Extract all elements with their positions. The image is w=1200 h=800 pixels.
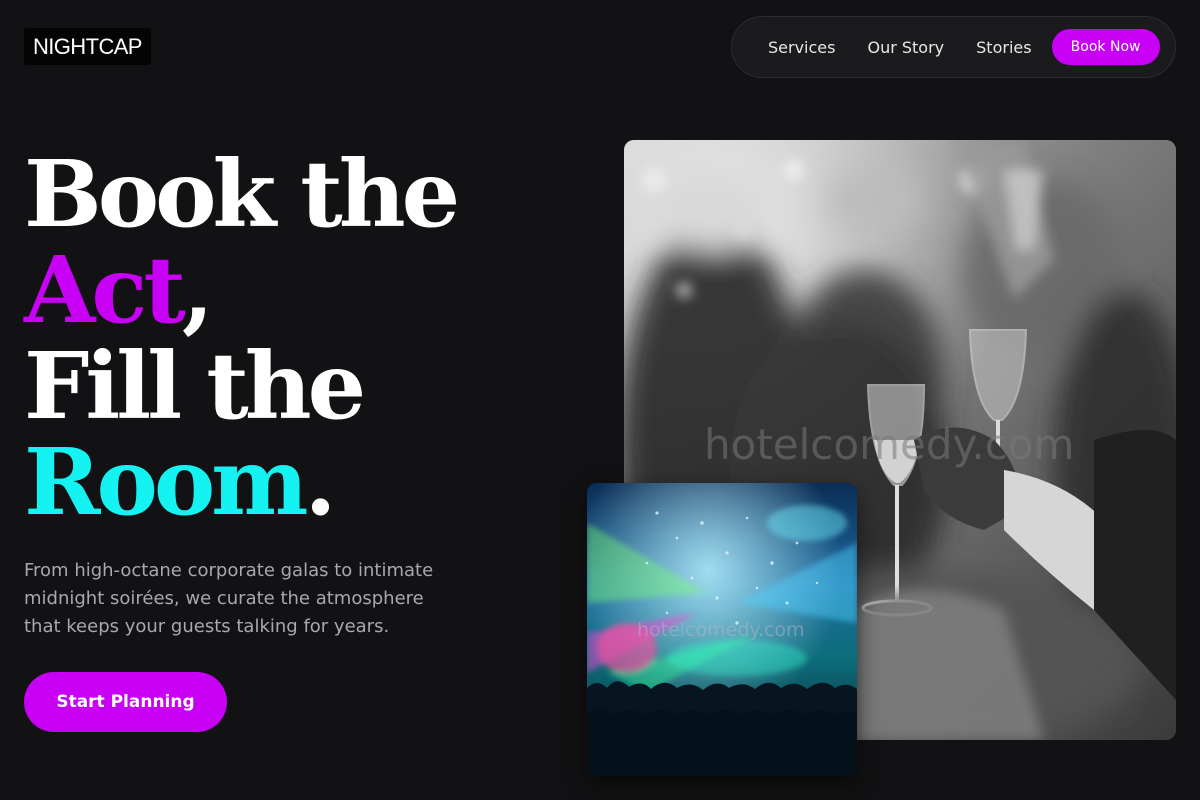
brand-logo[interactable]: NIGHTCAP [24, 28, 151, 65]
hero-subtext: From high-octane corporate galas to inti… [24, 560, 434, 637]
headline-line-2: Act, [24, 242, 456, 338]
main-nav: Services Our Story Stories Book Now [731, 16, 1176, 78]
nav-link-services[interactable]: Services [768, 38, 835, 57]
headline-period: . [304, 428, 337, 536]
concert-photo: hotelcomedy.com [587, 483, 857, 776]
start-planning-button[interactable]: Start Planning [24, 672, 227, 732]
headline-line-4: Room. [24, 434, 456, 530]
headline-comma: , [181, 236, 214, 344]
headline-line-1: Book the [24, 140, 460, 248]
book-now-button[interactable]: Book Now [1051, 29, 1160, 65]
headline-line-3: Fill the [24, 332, 366, 440]
headline-accent-act: Act [24, 236, 186, 344]
hero-headline: Book the Act, Fill the Room. [24, 140, 460, 530]
headline-accent-room: Room [24, 428, 309, 536]
nav-link-stories[interactable]: Stories [976, 38, 1031, 57]
concert-photo-art [587, 483, 857, 776]
nav-link-our-story[interactable]: Our Story [867, 38, 944, 57]
